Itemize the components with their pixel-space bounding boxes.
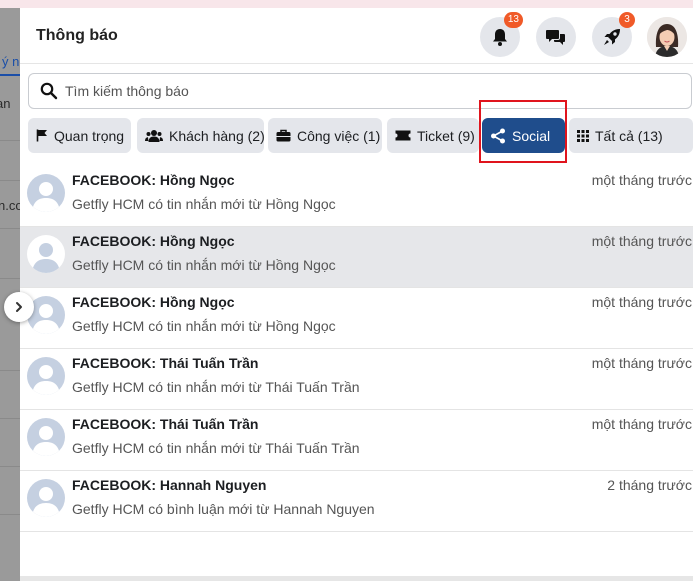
avatar-placeholder-icon — [27, 479, 65, 517]
notification-message: Getfly HCM có tin nhắn mới từ Thái Tuấn … — [72, 440, 360, 456]
panel-bottom-edge — [20, 576, 693, 581]
notification-item[interactable]: FACEBOOK: Hồng Ngọc Getfly HCM có tin nh… — [20, 288, 693, 349]
notification-message: Getfly HCM có tin nhắn mới từ Hồng Ngọc — [72, 196, 336, 212]
woman-avatar-icon — [647, 17, 687, 57]
notification-item[interactable]: FACEBOOK: Hannah Nguyen Getfly HCM có bì… — [20, 471, 693, 532]
messages-button[interactable] — [536, 17, 576, 57]
tab-all[interactable]: Tất cả (13) — [569, 118, 693, 153]
notification-message: Getfly HCM có tin nhắn mới từ Hồng Ngọc — [72, 257, 336, 273]
avatar-placeholder-icon — [27, 418, 65, 456]
background-text-fragment: an — [0, 96, 11, 111]
notification-message: Getfly HCM có bình luận mới từ Hannah Ng… — [72, 501, 375, 517]
avatar-placeholder-icon — [27, 235, 65, 273]
notification-panel: Thông báo 13 3 Tìm kiếm thông báo Quan t… — [20, 8, 693, 581]
tab-label: Khách hàng (2) — [169, 127, 265, 144]
notification-message: Getfly HCM có tin nhắn mới từ Thái Tuấn … — [72, 379, 360, 395]
notification-time: một tháng trước — [591, 233, 692, 249]
notification-item[interactable]: FACEBOOK: Thái Tuấn Trần Getfly HCM có t… — [20, 349, 693, 410]
chevron-right-icon — [16, 302, 22, 312]
notification-count-badge: 13 — [503, 12, 523, 28]
briefcase-icon — [276, 129, 291, 142]
avatar-placeholder-icon — [27, 174, 65, 212]
tab-label: Công việc (1) — [297, 127, 381, 144]
panel-title: Thông báo — [36, 27, 118, 44]
background-divider — [0, 228, 22, 229]
background-divider — [0, 418, 22, 419]
notification-title: FACEBOOK: Hồng Ngọc — [72, 172, 235, 188]
rocket-button[interactable]: 3 — [592, 12, 635, 57]
background-text-fragment: n.co — [0, 198, 22, 213]
notifications-button[interactable]: 13 — [480, 12, 523, 57]
background-text-fragment: ý ng — [2, 54, 22, 69]
notification-item[interactable]: FACEBOOK: Hồng Ngọc Getfly HCM có tin nh… — [20, 166, 693, 227]
notification-time: một tháng trước — [591, 416, 692, 432]
tab-label: Tất cả (13) — [595, 127, 663, 144]
notification-message: Getfly HCM có tin nhắn mới từ Hồng Ngọc — [72, 318, 336, 334]
flag-icon — [36, 129, 47, 142]
notification-time: một tháng trước — [591, 355, 692, 371]
search-box[interactable] — [28, 73, 692, 109]
notification-time: 2 tháng trước — [607, 477, 692, 493]
notification-item[interactable]: FACEBOOK: Hồng Ngọc Getfly HCM có tin nh… — [20, 227, 693, 288]
tab-tasks[interactable]: Công việc (1) — [268, 118, 382, 153]
ticket-icon — [395, 130, 411, 141]
bell-icon — [493, 29, 507, 46]
users-icon — [145, 129, 163, 142]
notification-title: FACEBOOK: Thái Tuấn Trần — [72, 416, 259, 432]
tab-label: Ticket (9) — [417, 127, 475, 144]
user-avatar[interactable] — [647, 17, 687, 57]
tab-customers[interactable]: Khách hàng (2) — [137, 118, 265, 153]
background-divider — [0, 514, 22, 515]
search-input[interactable] — [65, 80, 675, 102]
tab-ticket[interactable]: Ticket (9) — [387, 118, 479, 153]
rocket-count-badge: 3 — [619, 12, 635, 28]
search-icon — [40, 82, 58, 100]
panel-header: Thông báo 13 3 — [20, 8, 693, 64]
background-underline — [0, 74, 22, 76]
tab-label: Quan trọng — [54, 127, 125, 144]
annotation-highlight-box — [479, 100, 567, 163]
notification-item[interactable]: FACEBOOK: Thái Tuấn Trần Getfly HCM có t… — [20, 410, 693, 471]
chat-bubbles-icon — [546, 30, 565, 45]
rocket-icon — [604, 29, 620, 45]
notification-time: một tháng trước — [591, 294, 692, 310]
notification-title: FACEBOOK: Thái Tuấn Trần — [72, 355, 259, 371]
grid-icon — [577, 129, 589, 142]
notification-title: FACEBOOK: Hồng Ngọc — [72, 294, 235, 310]
notification-list: FACEBOOK: Hồng Ngọc Getfly HCM có tin nh… — [20, 166, 693, 532]
background-divider — [0, 180, 22, 181]
background-divider — [0, 466, 22, 467]
notification-title: FACEBOOK: Hannah Nguyen — [72, 477, 267, 493]
avatar-placeholder-icon — [27, 357, 65, 395]
tab-important[interactable]: Quan trọng — [28, 118, 131, 153]
background-divider — [0, 278, 22, 279]
expand-sidebar-button[interactable] — [4, 292, 34, 322]
background-divider — [0, 140, 22, 141]
notification-time: một tháng trước — [591, 172, 692, 188]
background-divider — [0, 370, 22, 371]
notification-title: FACEBOOK: Hồng Ngọc — [72, 233, 235, 249]
browser-top-strip — [0, 0, 693, 8]
